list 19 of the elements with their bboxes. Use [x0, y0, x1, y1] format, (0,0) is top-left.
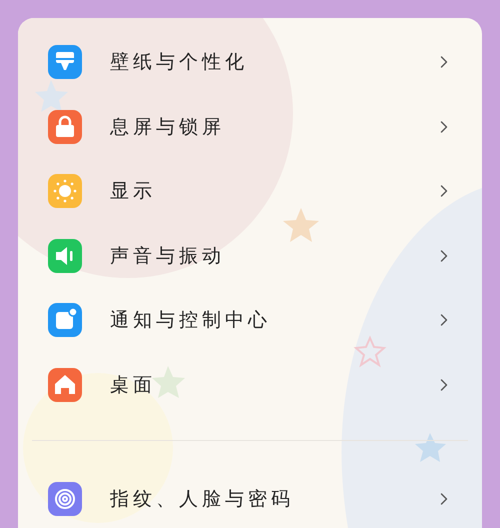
star-shape: [283, 208, 319, 242]
star-shape: [35, 80, 68, 112]
item-label: 桌面: [110, 372, 156, 398]
item-label: 指纹、人脸与密码: [110, 487, 294, 512]
settings-item[interactable]: 桌面: [18, 352, 482, 417]
settings-item[interactable]: 通知与控制中心: [18, 288, 482, 352]
star-shape: [152, 366, 185, 398]
item-label: 壁纸与个性化: [110, 50, 248, 76]
settings-item[interactable]: 声音与振动: [18, 224, 482, 288]
settings-item[interactable]: 指纹、人脸与密码: [18, 467, 482, 528]
item-label: 显示: [110, 179, 156, 204]
settings-item[interactable]: 显示: [18, 159, 482, 224]
item-label: 声音与振动: [110, 244, 225, 269]
item-label: 通知与控制中心: [110, 308, 271, 334]
star-shape: [354, 336, 386, 368]
settings-item[interactable]: 息屏与锁屏: [18, 94, 482, 159]
settings-item[interactable]: 壁纸与个性化: [18, 30, 482, 94]
item-label: 息屏与锁屏: [110, 114, 225, 140]
star-shape: [415, 433, 446, 462]
